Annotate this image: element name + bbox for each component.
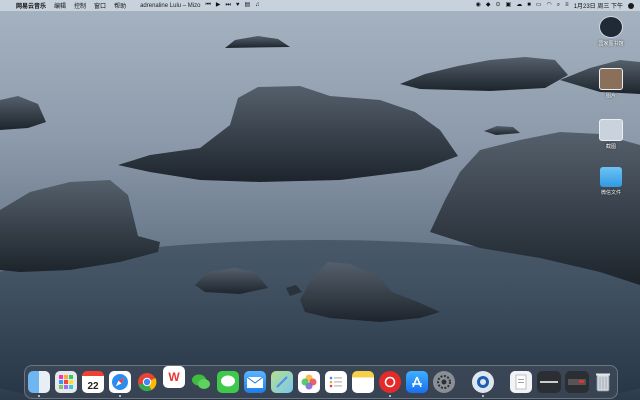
lyrics-icon[interactable]: ▤ bbox=[244, 0, 250, 11]
menu-bar: 网易云音乐 编辑 控制 窗口 帮助 adrenaline Lulu – Mizo… bbox=[0, 0, 640, 11]
folder-icon bbox=[600, 167, 622, 187]
terminal-icon[interactable] bbox=[565, 371, 589, 393]
quicktime-icon[interactable] bbox=[472, 371, 494, 393]
safari-icon[interactable] bbox=[109, 371, 131, 393]
desktop-icon-label: 微信文件 bbox=[600, 190, 621, 196]
wps-icon[interactable]: W bbox=[163, 366, 185, 388]
netease-music-icon[interactable] bbox=[379, 371, 401, 393]
photo-icon bbox=[599, 68, 623, 90]
dropbox-icon[interactable]: ◆ bbox=[486, 0, 491, 11]
notes-icon[interactable] bbox=[352, 371, 374, 393]
trash-icon[interactable] bbox=[592, 371, 614, 393]
running-indicator bbox=[119, 395, 121, 397]
clipboard-icon[interactable]: ▣ bbox=[506, 0, 512, 11]
menu-clock[interactable]: 1月23日 周三 下午 bbox=[574, 1, 623, 10]
desktop-icon-screenshot[interactable]: 截图 bbox=[589, 119, 633, 150]
screen-capture-icon[interactable] bbox=[537, 371, 561, 393]
mail-icon[interactable] bbox=[244, 371, 266, 393]
desktop-icon-photo[interactable]: 图片 bbox=[589, 68, 633, 99]
wifi-icon[interactable]: ◠ bbox=[547, 0, 552, 11]
running-indicator bbox=[389, 395, 391, 397]
menu-item-window[interactable]: 窗口 bbox=[94, 1, 106, 10]
heart-icon[interactable]: ♥ bbox=[236, 0, 240, 11]
launchpad-icon[interactable] bbox=[55, 371, 77, 393]
desktop-icon-label: 截图 bbox=[605, 144, 616, 150]
control-center-icon[interactable]: ≡ bbox=[565, 0, 569, 11]
status-icon[interactable]: ■ bbox=[527, 0, 531, 11]
document-icon[interactable] bbox=[510, 371, 532, 393]
system-preferences-icon[interactable] bbox=[433, 371, 455, 393]
calendar-day: 22 bbox=[87, 381, 99, 392]
battery-icon[interactable]: ▭ bbox=[536, 0, 542, 11]
search-icon[interactable]: ⌕ bbox=[557, 0, 560, 11]
desktop-wallpaper bbox=[0, 0, 640, 400]
app-store-icon[interactable] bbox=[406, 371, 428, 393]
menu-item-help[interactable]: 帮助 bbox=[114, 1, 126, 10]
dock: 22 W bbox=[24, 365, 618, 399]
desktop-icon-profile[interactable]: 国家图书馆 bbox=[589, 16, 633, 47]
desktop-icon-folder[interactable]: 微信文件 bbox=[589, 167, 633, 196]
wechat-icon[interactable] bbox=[190, 371, 212, 393]
next-track-icon[interactable]: ⏭ bbox=[225, 0, 230, 11]
profile-icon bbox=[599, 16, 623, 38]
music-menu-icon[interactable]: ♫ bbox=[255, 0, 260, 11]
calendar-icon[interactable]: 22 bbox=[82, 371, 104, 393]
messages-icon[interactable] bbox=[217, 371, 239, 393]
desktop-icon-label: 国家图书馆 bbox=[598, 41, 624, 47]
sync-icon[interactable]: ◉ bbox=[476, 0, 481, 11]
desktop-icon-label: 图片 bbox=[605, 93, 616, 99]
finder-icon[interactable] bbox=[28, 371, 50, 393]
previous-track-icon[interactable]: ⏮ bbox=[205, 0, 210, 11]
maps-icon[interactable] bbox=[271, 371, 293, 393]
running-indicator bbox=[482, 395, 484, 397]
cloud-icon[interactable]: ☁ bbox=[516, 0, 522, 11]
chrome-icon[interactable] bbox=[136, 371, 158, 393]
reminders-icon[interactable] bbox=[325, 371, 347, 393]
menu-app-name[interactable]: 网易云音乐 bbox=[16, 1, 46, 10]
running-indicator bbox=[38, 395, 40, 397]
menu-item-control[interactable]: 控制 bbox=[74, 1, 86, 10]
screen-record-icon[interactable]: ⊙ bbox=[496, 0, 501, 11]
now-playing-title[interactable]: adrenaline Lulu – Mizo bbox=[140, 3, 200, 9]
screenshot-icon bbox=[599, 119, 623, 141]
siri-icon[interactable] bbox=[628, 2, 634, 9]
menu-item-edit[interactable]: 编辑 bbox=[54, 1, 66, 10]
play-icon[interactable]: ▶ bbox=[216, 0, 221, 11]
photos-icon[interactable] bbox=[298, 371, 320, 393]
